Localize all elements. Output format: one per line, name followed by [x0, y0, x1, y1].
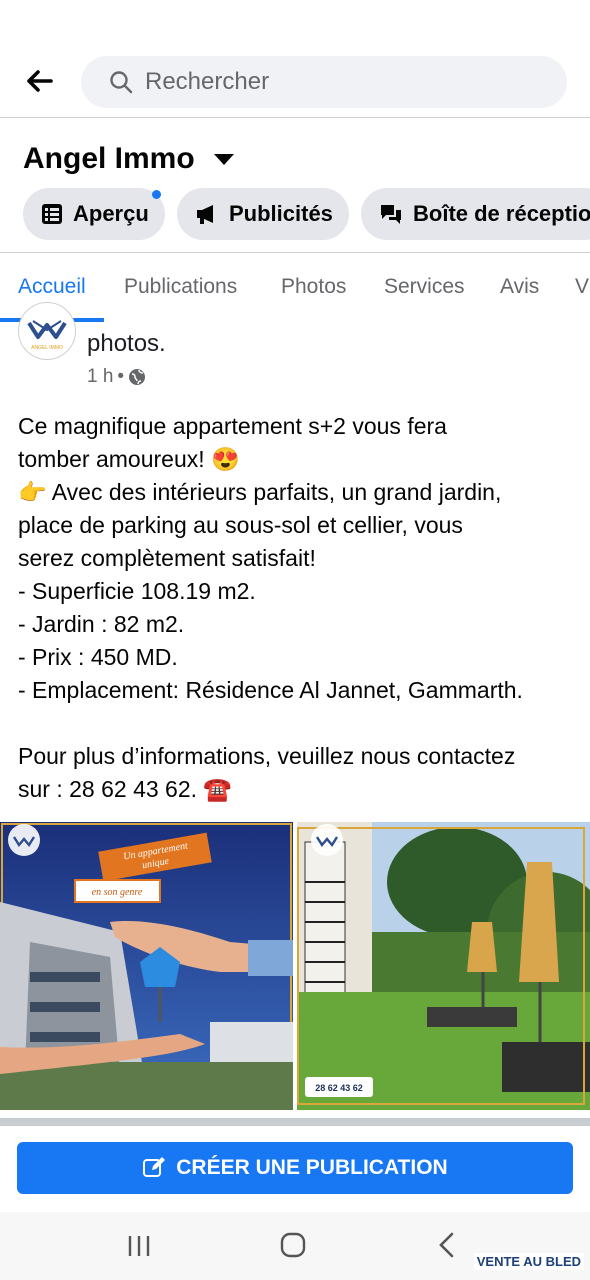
tab-avis[interactable]: Avis: [500, 275, 539, 299]
page-avatar[interactable]: ANGEL IMMO: [18, 302, 76, 360]
tab-more[interactable]: V: [575, 275, 589, 299]
globe-icon: [129, 369, 146, 385]
post-line: - Jardin : 82 m2.: [18, 611, 185, 637]
post-line: sur : 28 62 43 62. ☎️: [18, 776, 233, 802]
post-photo-1[interactable]: Un appartement unique en son genre: [0, 822, 293, 1110]
page-switcher-caret-icon[interactable]: [214, 154, 234, 165]
chip-label: Aperçu: [73, 201, 149, 226]
angel-immo-logo: ANGEL IMMO: [27, 320, 67, 351]
page-title[interactable]: Angel Immo: [23, 142, 195, 176]
chip-label: Boîte de réceptio: [413, 201, 590, 226]
back-arrow-icon[interactable]: [24, 66, 54, 96]
list-icon: [42, 204, 62, 224]
tab-publications[interactable]: Publications: [124, 275, 237, 299]
top-bar: Rechercher: [0, 0, 590, 118]
post-text: Ce magnifique appartement s+2 vous fera …: [18, 410, 578, 806]
post-line: tomber amoureux! 😍: [18, 446, 240, 472]
search-icon: [110, 71, 133, 94]
section-separator: [0, 1118, 590, 1126]
back-nav-icon[interactable]: [437, 1232, 457, 1258]
home-icon[interactable]: [280, 1232, 306, 1258]
post-line: Pour plus d’informations, veuillez nous …: [18, 743, 516, 769]
tab-services[interactable]: Services: [384, 275, 465, 299]
page-tabs: Accueil Publications Photos Services Avi…: [0, 253, 590, 321]
post-line: - Emplacement: Résidence Al Jannet, Gamm…: [18, 677, 523, 703]
post-line: place de parking au sous-sol et cellier,…: [18, 512, 463, 538]
recent-apps-icon[interactable]: [126, 1234, 152, 1258]
tab-photos[interactable]: Photos: [281, 275, 346, 299]
edit-icon: [143, 1157, 166, 1177]
post-line: serez complètement satisfait!: [18, 545, 316, 571]
create-post-button[interactable]: CRÉER UNE PUBLICATION: [17, 1142, 573, 1194]
notification-badge: [152, 190, 161, 199]
watermark-text: VENTE AU BLED: [476, 1254, 581, 1269]
chip-publicites[interactable]: Publicités: [177, 188, 349, 240]
create-post-label: CRÉER UNE PUBLICATION: [176, 1156, 448, 1179]
megaphone-icon: [197, 205, 213, 224]
post-line: Ce magnifique appartement s+2 vous fera: [18, 413, 447, 439]
chip-apercu[interactable]: Aperçu: [23, 188, 165, 240]
chip-label: Publicités: [229, 201, 333, 226]
banner-line-3: en son genre: [92, 887, 143, 898]
photo-phone: 28 62 43 62: [315, 1083, 363, 1093]
post-line: [18, 707, 578, 740]
post-photo-2[interactable]: 28 62 43 62: [297, 822, 590, 1110]
post-header-text: photos.: [87, 330, 166, 357]
post-line: - Superficie 108.19 m2.: [18, 578, 256, 604]
meta-separator: •: [117, 366, 125, 387]
watermark-logo: VENTE AU BLED: [473, 1253, 584, 1270]
tab-accueil[interactable]: Accueil: [18, 275, 86, 299]
post-time[interactable]: 1 h: [87, 366, 113, 388]
logo-text: ANGEL IMMO: [31, 345, 63, 351]
post-meta: 1 h •: [87, 366, 146, 388]
post-line: - Prix : 450 MD.: [18, 644, 178, 670]
chip-boite-de-reception[interactable]: Boîte de réceptio: [361, 188, 590, 240]
post-line: 👉 Avec des intérieurs parfaits, un grand…: [18, 479, 502, 505]
search-input[interactable]: Rechercher: [81, 56, 567, 108]
chat-bubbles-icon: [381, 205, 401, 224]
search-placeholder: Rechercher: [145, 68, 270, 95]
